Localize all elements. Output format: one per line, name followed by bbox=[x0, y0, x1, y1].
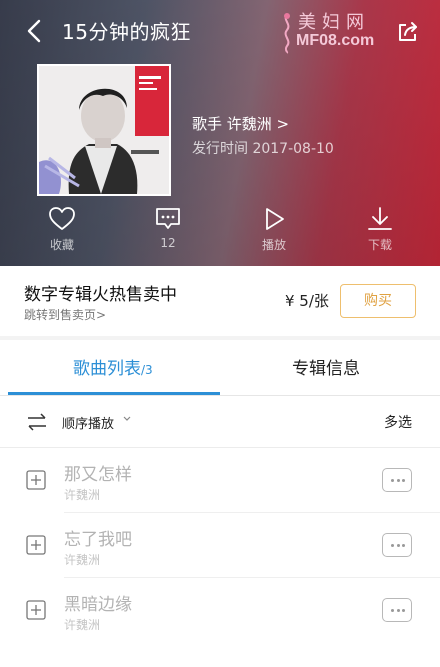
song-row[interactable]: 忘了我吧 许魏洲 bbox=[0, 513, 440, 578]
release-date: 发行时间 2017-08-10 bbox=[192, 141, 334, 157]
comment-button[interactable]: 12 bbox=[138, 206, 198, 262]
play-label: 播放 bbox=[261, 238, 286, 252]
heart-icon bbox=[49, 207, 75, 230]
share-icon[interactable] bbox=[396, 20, 420, 44]
song-title: 忘了我吧 bbox=[64, 530, 132, 550]
dot-icon bbox=[391, 479, 394, 482]
sequential-play-icon[interactable] bbox=[26, 412, 48, 432]
page-title: 15分钟的疯狂 bbox=[62, 20, 191, 44]
song-row[interactable]: 那又怎样 许魏洲 bbox=[0, 448, 440, 513]
play-mode-bar: 顺序播放 多选 bbox=[0, 396, 440, 448]
purchase-title: 数字专辑火热售卖中 bbox=[24, 285, 177, 305]
watermark-logo: 美妇网 MF08.com bbox=[280, 8, 390, 58]
song-row[interactable]: 黑暗边缘 许魏洲 bbox=[0, 578, 440, 643]
dot-icon bbox=[402, 479, 405, 482]
download-button[interactable]: 下载 bbox=[350, 206, 410, 262]
play-mode-label[interactable]: 顺序播放 bbox=[62, 413, 114, 432]
album-cover[interactable] bbox=[37, 64, 171, 196]
song-title: 那又怎样 bbox=[64, 465, 132, 485]
comment-count: 12 bbox=[160, 236, 176, 250]
more-options-button[interactable] bbox=[382, 533, 412, 557]
song-artist: 许魏洲 bbox=[64, 488, 101, 502]
flower-icon bbox=[284, 13, 290, 54]
purchase-section: 数字专辑火热售卖中 跳转到售卖页> ¥ 5/张 购买 bbox=[0, 266, 440, 336]
add-to-playlist-icon[interactable] bbox=[26, 535, 46, 555]
song-artist: 许魏洲 bbox=[64, 553, 101, 567]
back-arrow-icon[interactable] bbox=[24, 18, 46, 44]
price-label: ¥ 5/张 bbox=[285, 292, 329, 310]
dot-icon bbox=[391, 544, 394, 547]
add-to-playlist-icon[interactable] bbox=[26, 470, 46, 490]
chevron-down-icon[interactable] bbox=[122, 414, 132, 424]
dot-icon bbox=[402, 544, 405, 547]
action-bar: 收藏 12 播放 下载 bbox=[0, 206, 440, 262]
play-icon bbox=[266, 208, 284, 230]
album-header: 15分钟的疯狂 美妇网 MF08.com 歌手 许魏洲 > 发行时间 2017-… bbox=[0, 0, 440, 266]
tab-bar: 歌曲列表/3 专辑信息 bbox=[0, 340, 440, 396]
song-title: 黑暗边缘 bbox=[64, 595, 132, 615]
add-to-playlist-icon[interactable] bbox=[26, 600, 46, 620]
dot-icon bbox=[396, 609, 400, 612]
watermark-en: MF08.com bbox=[296, 32, 375, 49]
top-bar: 15分钟的疯狂 美妇网 MF08.com bbox=[0, 0, 440, 62]
buy-button[interactable]: 购买 bbox=[340, 284, 416, 318]
multi-select-button[interactable]: 多选 bbox=[384, 412, 412, 432]
dot-icon bbox=[402, 609, 405, 612]
song-artist: 许魏洲 bbox=[64, 618, 101, 632]
tab-song-count: /3 bbox=[141, 363, 153, 377]
favorite-button[interactable]: 收藏 bbox=[32, 206, 92, 262]
watermark-cn: 美妇网 bbox=[298, 12, 370, 33]
comment-icon bbox=[156, 208, 180, 229]
tab-song-list[interactable]: 歌曲列表/3 bbox=[73, 354, 153, 379]
play-button[interactable]: 播放 bbox=[244, 206, 304, 262]
album-cover-art bbox=[39, 66, 169, 194]
artist-link[interactable]: 歌手 许魏洲 > bbox=[192, 113, 289, 134]
more-options-button[interactable] bbox=[382, 468, 412, 492]
tab-song-list-label: 歌曲列表 bbox=[73, 359, 141, 379]
favorite-label: 收藏 bbox=[49, 238, 74, 252]
dot-icon bbox=[396, 544, 400, 547]
download-icon bbox=[368, 207, 392, 230]
dot-icon bbox=[391, 609, 394, 612]
sale-page-link[interactable]: 跳转到售卖页> bbox=[24, 306, 106, 323]
tab-album-info[interactable]: 专辑信息 bbox=[292, 354, 360, 379]
more-options-button[interactable] bbox=[382, 598, 412, 622]
download-label: 下载 bbox=[367, 238, 392, 252]
dot-icon bbox=[396, 479, 400, 482]
